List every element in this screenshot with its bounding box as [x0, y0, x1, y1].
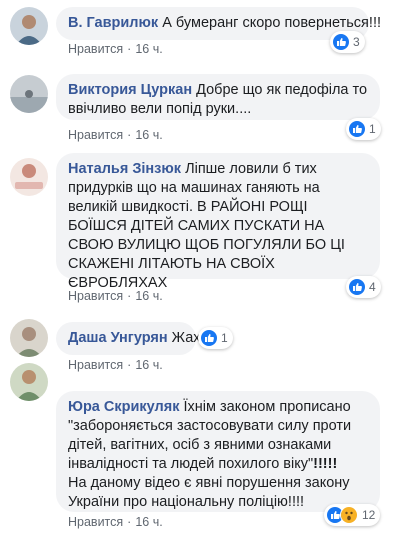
- separator-dot: ·: [127, 128, 132, 142]
- comment-time[interactable]: 16 ч.: [135, 42, 162, 56]
- reaction-count: 1: [221, 331, 228, 345]
- like-reaction-icon: [201, 330, 217, 346]
- comment-bubble: Даша Унгурян Жах.: [56, 322, 205, 355]
- avatar[interactable]: [10, 7, 48, 45]
- comment-author[interactable]: Виктория Цуркан: [68, 82, 192, 98]
- like-link[interactable]: Нравится: [68, 42, 123, 56]
- wow-reaction-icon: [340, 506, 358, 524]
- reaction-summary[interactable]: 4: [346, 276, 381, 298]
- avatar-photo-icon: [10, 7, 48, 45]
- separator-dot: ·: [127, 42, 132, 56]
- like-link[interactable]: Нравится: [68, 358, 123, 372]
- comment-text-emphasis: !!!!!: [313, 456, 338, 472]
- comment-actions: Нравится · 16 ч.: [68, 358, 163, 372]
- comment-time[interactable]: 16 ч.: [135, 289, 162, 303]
- like-reaction-icon: [349, 279, 365, 295]
- comment-author[interactable]: Даша Унгурян: [68, 330, 168, 346]
- avatar[interactable]: [10, 158, 48, 196]
- avatar-photo-icon: [10, 158, 48, 196]
- like-reaction-icon: [333, 34, 349, 50]
- comment-time[interactable]: 16 ч.: [135, 358, 162, 372]
- comment-author[interactable]: В. Гаврилюк: [68, 15, 158, 31]
- separator-dot: ·: [127, 515, 132, 529]
- reaction-summary[interactable]: 3: [330, 31, 365, 53]
- reaction-count: 12: [362, 508, 376, 522]
- comment-time[interactable]: 16 ч.: [135, 515, 162, 529]
- avatar[interactable]: [10, 75, 48, 113]
- avatar-photo-icon: [10, 319, 48, 357]
- comment-time[interactable]: 16 ч.: [135, 128, 162, 142]
- comment-actions: Нравится · 16 ч.: [68, 289, 163, 303]
- separator-dot: ·: [127, 358, 132, 372]
- comment-actions: Нравится · 16 ч.: [68, 515, 163, 529]
- comment-author[interactable]: Юра Скрикуляк: [68, 399, 179, 415]
- like-reaction-icon: [349, 121, 365, 137]
- like-link[interactable]: Нравится: [68, 289, 123, 303]
- like-link[interactable]: Нравится: [68, 515, 123, 529]
- comment-text: Лiпше ловили б тих придурків що на машин…: [68, 161, 345, 291]
- reaction-summary[interactable]: 1: [346, 118, 381, 140]
- comment-text: А бумеранг скоро повернеться!!!: [162, 15, 381, 31]
- separator-dot: ·: [127, 289, 132, 303]
- comment-bubble: Наталья Зінзюк Лiпше ловили б тих придур…: [56, 153, 380, 291]
- avatar[interactable]: [10, 319, 48, 357]
- comment-actions: Нравится · 16 ч.: [68, 42, 163, 56]
- reaction-count: 4: [369, 280, 376, 294]
- reaction-count: 3: [353, 35, 360, 49]
- comment-actions: Нравится · 16 ч.: [68, 128, 163, 142]
- avatar-photo-icon: [10, 75, 48, 113]
- reaction-summary[interactable]: 1: [198, 327, 233, 349]
- comment-author[interactable]: Наталья Зінзюк: [68, 161, 181, 177]
- avatar[interactable]: [10, 363, 48, 401]
- like-link[interactable]: Нравится: [68, 128, 123, 142]
- comment-bubble: Виктория Цуркан Добре що як педофіла то …: [56, 74, 380, 120]
- reaction-count: 1: [369, 122, 376, 136]
- avatar-photo-icon: [10, 363, 48, 401]
- comment-text-second-paragraph: На даному відео є явні порушення закону …: [68, 475, 350, 510]
- reaction-summary[interactable]: 12: [324, 504, 381, 526]
- comment-bubble: В. Гаврилюк А бумеранг скоро повернеться…: [56, 7, 381, 40]
- comment-bubble: Юра Скрикуляк Їхнім законом прописано "з…: [56, 391, 380, 512]
